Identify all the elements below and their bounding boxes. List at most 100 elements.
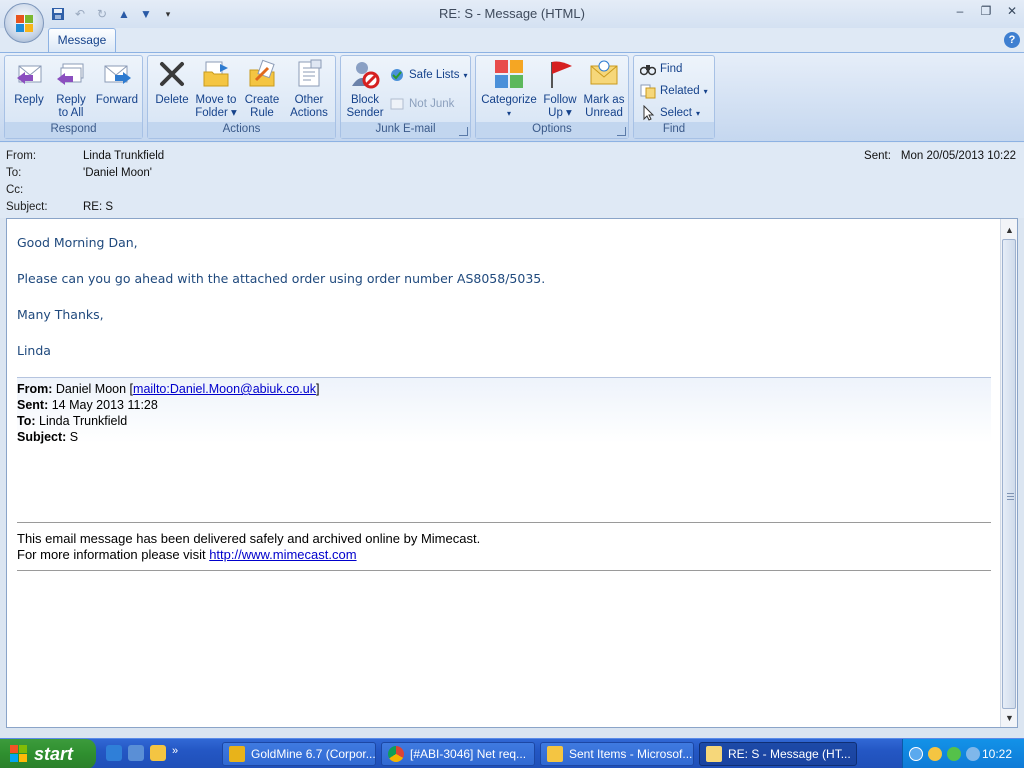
windows-flag-icon — [10, 745, 28, 763]
sent-row: Sent: Mon 20/05/2013 10:22 — [864, 150, 1016, 162]
group-actions: Delete Move to Folder ▾ Create Rule Othe… — [147, 55, 336, 139]
signature: Linda — [17, 343, 51, 358]
vertical-scrollbar[interactable]: ▲ ▼ — [1000, 219, 1017, 727]
from-value[interactable]: Linda Trunkfield — [83, 150, 164, 166]
create-rule-button[interactable]: Create Rule — [240, 58, 284, 120]
mimecast-notice: This email message has been delivered sa… — [17, 531, 481, 546]
to-row: To: 'Daniel Moon' — [6, 167, 152, 183]
status-tray-icon[interactable] — [947, 747, 961, 761]
move-folder-icon — [203, 61, 229, 87]
message-body[interactable]: Good Morning Dan, Please can you go ahea… — [6, 218, 1018, 728]
binoculars-icon — [640, 65, 656, 76]
dialog-launcher-icon[interactable] — [617, 127, 626, 136]
office-button[interactable] — [4, 3, 44, 43]
quoted-from: From: Daniel Moon [mailto:Daniel.Moon@ab… — [17, 382, 320, 396]
group-title-find: Find — [634, 122, 714, 138]
start-button[interactable]: start — [0, 739, 96, 768]
quoted-header: From: Daniel Moon [mailto:Daniel.Moon@ab… — [17, 377, 991, 444]
envelope-icon — [590, 60, 618, 85]
flag-icon — [551, 61, 572, 88]
subject-value: RE: S — [83, 201, 114, 213]
taskbar-button-message[interactable]: RE: S - Message (HT... — [699, 742, 857, 766]
reply-all-button[interactable]: Reply to All — [51, 58, 91, 120]
outlook-icon[interactable] — [150, 745, 166, 761]
move-to-folder-button[interactable]: Move to Folder ▾ — [194, 58, 238, 120]
reply-button[interactable]: Reply — [9, 58, 49, 107]
group-options: Categorize ▾ Follow Up ▾ Mark as Unread … — [475, 55, 629, 139]
group-title-respond: Respond — [5, 122, 142, 138]
help-icon[interactable]: ? — [1004, 32, 1020, 48]
group-junk-email: Block Sender Safe Lists ▾ Not Junk Junk E… — [340, 55, 471, 139]
minimize-icon[interactable]: – — [954, 4, 966, 18]
ribbon: Reply Reply to All Forward Respond Delet… — [0, 52, 1024, 142]
categorize-icon — [495, 60, 523, 88]
group-find: Find Related ▾ Select ▾ Find — [633, 55, 715, 139]
scroll-down-icon[interactable]: ▼ — [1001, 710, 1018, 727]
envelope-icon — [706, 746, 722, 762]
sent-value: Mon 20/05/2013 10:22 — [900, 150, 1016, 162]
delete-icon — [160, 62, 184, 86]
window-controls: – ❐ ✕ — [954, 4, 1018, 18]
tray-expand-icon[interactable] — [909, 747, 923, 761]
related-button[interactable]: Related ▾ — [640, 82, 708, 100]
more-chevron-icon[interactable]: » — [172, 745, 188, 761]
subject-row: Subject: RE: S — [6, 201, 113, 217]
mimecast-info: For more information please visit http:/… — [17, 547, 357, 562]
cursor-icon — [643, 105, 655, 121]
follow-up-button[interactable]: Follow Up ▾ — [540, 58, 580, 120]
taskbar-button-sent-items[interactable]: Sent Items - Microsof... — [540, 742, 694, 766]
quoted-subject: Subject: S — [17, 430, 79, 444]
group-respond: Reply Reply to All Forward Respond — [4, 55, 143, 139]
find-button[interactable]: Find — [640, 60, 682, 78]
network-tray-icon[interactable] — [966, 747, 980, 761]
scroll-up-icon[interactable]: ▲ — [1001, 222, 1018, 239]
restore-icon[interactable]: ❐ — [980, 4, 992, 18]
forward-icon — [104, 65, 131, 84]
mimecast-link[interactable]: http://www.mimecast.com — [209, 547, 356, 562]
group-title-actions: Actions — [148, 122, 335, 138]
select-button[interactable]: Select ▾ — [640, 104, 700, 122]
chrome-icon — [388, 746, 404, 762]
outlook-icon — [547, 746, 563, 762]
greeting: Good Morning Dan, — [17, 235, 138, 250]
scroll-thumb[interactable] — [1002, 239, 1016, 709]
dialog-launcher-icon[interactable] — [459, 127, 468, 136]
message-header: From: Linda Trunkfield To: 'Daniel Moon'… — [0, 143, 1024, 218]
close-icon[interactable]: ✕ — [1006, 4, 1018, 18]
divider — [17, 570, 991, 571]
forward-button[interactable]: Forward — [93, 58, 141, 107]
taskbar-button-goldmine[interactable]: GoldMine 6.7 (Corpor... — [222, 742, 376, 766]
desktop-icon[interactable] — [128, 745, 144, 761]
quick-launch: » — [106, 745, 188, 761]
reply-all-icon — [57, 63, 84, 85]
window-title: RE: S - Message (HTML) — [439, 6, 585, 21]
mark-as-unread-button[interactable]: Mark as Unread — [582, 58, 626, 120]
title-bar: ↶ ↻ ▲ ▼ ▾ RE: S - Message (HTML) – ❐ ✕ — [0, 0, 1024, 28]
create-rule-icon — [249, 59, 275, 87]
categorize-button[interactable]: Categorize ▾ — [480, 58, 538, 120]
ribbon-tab-row: Message ? — [0, 28, 1024, 52]
taskbar-button-chrome[interactable]: [#ABI-3046] Net req... — [381, 742, 535, 766]
internet-explorer-icon[interactable] — [106, 745, 122, 761]
office-logo-icon — [16, 15, 34, 33]
body-line: Please can you go ahead with the attache… — [17, 271, 546, 286]
not-junk-button[interactable]: Not Junk — [389, 95, 454, 113]
to-value[interactable]: 'Daniel Moon' — [83, 167, 152, 183]
quoted-sent: Sent: 14 May 2013 11:28 — [17, 398, 158, 412]
tab-message[interactable]: Message — [48, 28, 116, 52]
group-title-options: Options — [476, 122, 628, 138]
related-icon — [640, 84, 656, 99]
outlook-tray-icon[interactable] — [928, 747, 942, 761]
group-title-junk-email: Junk E-mail — [341, 122, 470, 138]
quoted-to: To: Linda Trunkfield — [17, 414, 128, 428]
safe-lists-button[interactable]: Safe Lists ▾ — [389, 66, 468, 84]
cc-row: Cc: — [6, 184, 24, 196]
safe-lists-icon — [391, 69, 403, 81]
taskbar: start » GoldMine 6.7 (Corpor... [#ABI-30… — [0, 738, 1024, 768]
other-actions-icon — [298, 59, 322, 87]
mailto-link[interactable]: mailto:Daniel.Moon@abiuk.co.uk — [133, 382, 316, 396]
not-junk-icon — [390, 98, 404, 110]
clock: 10:22 — [981, 747, 1012, 761]
delete-button[interactable]: Delete — [152, 58, 192, 107]
block-sender-button[interactable]: Block Sender — [343, 58, 387, 120]
